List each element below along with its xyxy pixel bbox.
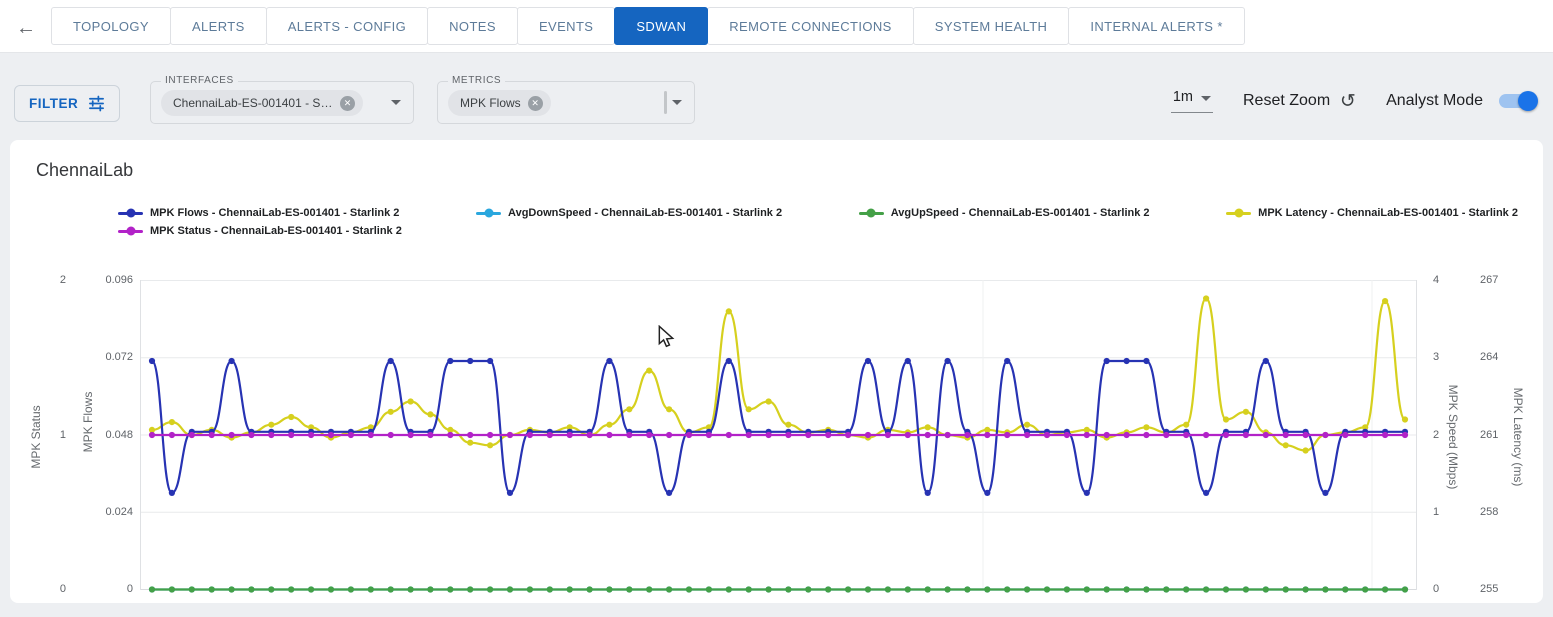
toggle-knob-icon xyxy=(1518,91,1538,111)
axis-tick-mpk_speed: 2 xyxy=(1433,429,1463,441)
metrics-dropdown-arrow-icon[interactable] xyxy=(672,100,682,105)
legend-dot-icon xyxy=(126,209,135,218)
axis-tick-mpk_status: 2 xyxy=(26,274,66,286)
legend-marker-icon xyxy=(1226,212,1251,215)
legend-label: MPK Flows - ChennaiLab-ES-001401 - Starl… xyxy=(150,207,399,219)
analyst-mode-label: Analyst Mode xyxy=(1386,92,1483,110)
tab-notes[interactable]: NOTES xyxy=(427,7,518,45)
interfaces-field-label: INTERFACES xyxy=(161,75,238,86)
axis-tick-mpk_latency: 267 xyxy=(1480,274,1516,286)
axis-tick-mpk_flows: 0.096 xyxy=(93,274,133,286)
tab-sdwan[interactable]: SDWAN xyxy=(614,7,708,45)
metrics-chip[interactable]: MPK Flows ✕ xyxy=(448,90,551,116)
tab-topology[interactable]: TOPOLOGY xyxy=(51,7,171,45)
axis-tick-mpk_flows: 0.048 xyxy=(93,429,133,441)
legend-marker-icon xyxy=(476,212,501,215)
time-range-value: 1m xyxy=(1173,89,1193,105)
axis-tick-mpk_latency: 258 xyxy=(1480,506,1516,518)
metrics-scrollbar xyxy=(664,91,667,114)
app-window: ← TOPOLOGYALERTSALERTS - CONFIGNOTESEVEN… xyxy=(0,0,1553,617)
legend-marker-icon xyxy=(118,212,143,215)
filter-button-label: FILTER xyxy=(29,96,78,111)
interfaces-chip-remove-icon[interactable]: ✕ xyxy=(340,96,355,111)
chart-legend: MPK Flows - ChennaiLab-ES-001401 - Starl… xyxy=(118,207,1518,243)
axis-tick-mpk_latency: 255 xyxy=(1480,583,1516,595)
top-bar: ← TOPOLOGYALERTSALERTS - CONFIGNOTESEVEN… xyxy=(0,0,1553,53)
legend-label: AvgUpSpeed - ChennaiLab-ES-001401 - Star… xyxy=(891,207,1150,219)
time-range-arrow-icon xyxy=(1201,96,1211,101)
reset-zoom-button[interactable]: Reset Zoom ↻ xyxy=(1243,90,1356,113)
back-arrow-button[interactable]: ← xyxy=(12,14,40,42)
tab-alerts-config[interactable]: ALERTS - CONFIG xyxy=(266,7,428,45)
tab-alerts[interactable]: ALERTS xyxy=(170,7,267,45)
axis-tick-mpk_flows: 0.024 xyxy=(93,506,133,518)
legend-item[interactable]: AvgUpSpeed - ChennaiLab-ES-001401 - Star… xyxy=(859,207,1150,219)
axis-tick-mpk_speed: 1 xyxy=(1433,506,1463,518)
legend-label: MPK Status - ChennaiLab-ES-001401 - Star… xyxy=(150,225,402,237)
reset-zoom-label: Reset Zoom xyxy=(1243,92,1330,110)
chart-title: ChennaiLab xyxy=(36,160,133,181)
axis-tick-mpk_latency: 264 xyxy=(1480,351,1516,363)
time-range-select[interactable]: 1m xyxy=(1171,89,1213,113)
filter-tune-icon xyxy=(88,95,105,112)
analyst-mode-control: Analyst Mode xyxy=(1386,92,1535,110)
legend-dot-icon xyxy=(484,209,493,218)
legend-item[interactable]: MPK Flows - ChennaiLab-ES-001401 - Starl… xyxy=(118,207,399,219)
analyst-mode-toggle[interactable] xyxy=(1499,94,1535,108)
filter-button[interactable]: FILTER xyxy=(14,85,120,122)
legend-dot-icon xyxy=(867,209,876,218)
tab-internal-alerts[interactable]: INTERNAL ALERTS * xyxy=(1068,7,1245,45)
legend-marker-icon xyxy=(118,230,143,233)
mouse-cursor xyxy=(657,325,675,349)
tab-remote-connections[interactable]: REMOTE CONNECTIONS xyxy=(707,7,913,45)
metrics-field-label: METRICS xyxy=(448,75,505,86)
legend-label: AvgDownSpeed - ChennaiLab-ES-001401 - St… xyxy=(508,207,782,219)
tab-events[interactable]: EVENTS xyxy=(517,7,615,45)
axis-tick-mpk_speed: 3 xyxy=(1433,351,1463,363)
interfaces-select[interactable]: INTERFACES ChennaiLab-ES-001401 - St... … xyxy=(150,81,414,124)
legend-item[interactable]: MPK Status - ChennaiLab-ES-001401 - Star… xyxy=(118,225,402,237)
axis-tick-mpk_speed: 0 xyxy=(1433,583,1463,595)
chart-controls: 1m Reset Zoom ↻ Analyst Mode xyxy=(1171,89,1535,113)
axis-tick-mpk_flows: 0.072 xyxy=(93,351,133,363)
axis-tick-mpk_status: 1 xyxy=(26,429,66,441)
interfaces-chip[interactable]: ChennaiLab-ES-001401 - St... ✕ xyxy=(161,90,363,116)
interfaces-dropdown-arrow-icon[interactable] xyxy=(391,100,401,105)
reset-zoom-icon: ↻ xyxy=(1340,90,1356,113)
axis-tick-mpk_flows: 0 xyxy=(93,583,133,595)
legend-item[interactable]: MPK Latency - ChennaiLab-ES-001401 - Sta… xyxy=(1226,207,1518,219)
legend-item[interactable]: AvgDownSpeed - ChennaiLab-ES-001401 - St… xyxy=(476,207,782,219)
axis-tick-mpk_latency: 261 xyxy=(1480,429,1516,441)
legend-dot-icon xyxy=(126,227,135,236)
axis-tick-mpk_speed: 4 xyxy=(1433,274,1463,286)
legend-marker-icon xyxy=(859,212,884,215)
metrics-chip-remove-icon[interactable]: ✕ xyxy=(528,96,543,111)
axis-label-mpk-flows: MPK Flows xyxy=(81,392,95,453)
legend-dot-icon xyxy=(1234,209,1243,218)
metrics-chip-label: MPK Flows xyxy=(460,96,521,110)
legend-label: MPK Latency - ChennaiLab-ES-001401 - Sta… xyxy=(1258,207,1518,219)
tab-system-health[interactable]: SYSTEM HEALTH xyxy=(913,7,1070,45)
tab-bar: TOPOLOGYALERTSALERTS - CONFIGNOTESEVENTS… xyxy=(52,7,1245,45)
metrics-select[interactable]: METRICS MPK Flows ✕ xyxy=(437,81,695,124)
chart-plot[interactable] xyxy=(140,280,1417,590)
axis-tick-mpk_status: 0 xyxy=(26,583,66,595)
interfaces-chip-label: ChennaiLab-ES-001401 - St... xyxy=(173,96,333,110)
